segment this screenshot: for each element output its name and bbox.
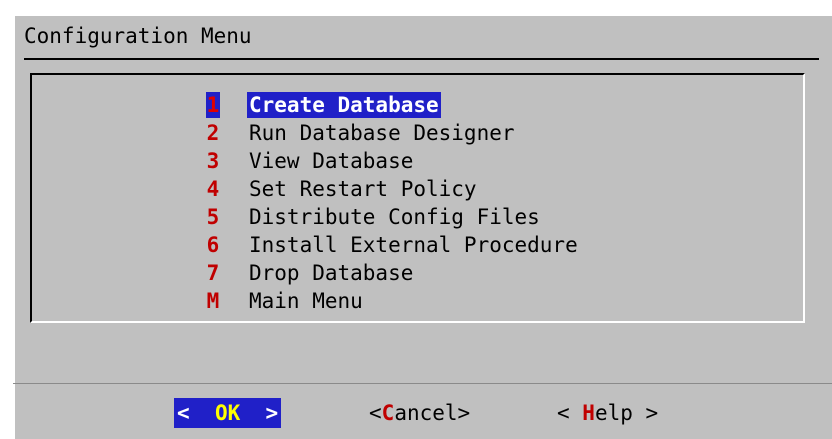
- menu-item-run-database-designer[interactable]: 2 Run Database Designer: [32, 120, 803, 148]
- help-button-right: elp >: [594, 401, 659, 425]
- menu-list: 1 Create Database 2 Run Database Designe…: [32, 75, 803, 321]
- title-divider: [24, 58, 819, 60]
- cancel-button-right: ancel>: [394, 401, 471, 425]
- ok-button-right: >: [240, 401, 279, 425]
- menu-item-label: Distribute Config Files: [249, 205, 540, 229]
- menu-item-drop-database[interactable]: 7 Drop Database: [32, 260, 803, 288]
- dialog-title: Configuration Menu: [24, 24, 252, 48]
- menu-item-label: Create Database: [247, 92, 441, 118]
- help-button-left: <: [557, 401, 583, 425]
- menu-item-label: Install External Procedure: [249, 233, 578, 257]
- cancel-button-hotkey: C: [381, 401, 395, 425]
- menu-item-key: 3: [206, 149, 220, 173]
- ok-button-left: <: [177, 401, 215, 425]
- menu-item-create-database[interactable]: 1 Create Database: [32, 92, 803, 120]
- menu-item-view-database[interactable]: 3 View Database: [32, 148, 803, 176]
- menu-item-install-external-procedure[interactable]: 6 Install External Procedure: [32, 232, 803, 260]
- menu-item-label: Set Restart Policy: [249, 177, 477, 201]
- menu-item-label: View Database: [249, 149, 414, 173]
- cancel-button[interactable]: <Cancel>: [369, 398, 470, 428]
- menu-item-key: M: [206, 289, 220, 313]
- menu-item-label: Drop Database: [249, 261, 414, 285]
- terminal-screen: Configuration Menu 1 Create Database 2 R…: [0, 0, 832, 439]
- menu-item-key: 6: [206, 233, 220, 257]
- menu-item-key: 2: [206, 121, 220, 145]
- menu-box: 1 Create Database 2 Run Database Designe…: [30, 73, 805, 323]
- menu-item-label: Main Menu: [249, 289, 363, 313]
- menu-item-key: 4: [206, 177, 220, 201]
- menu-item-label: Run Database Designer: [249, 121, 515, 145]
- ok-button-hotkey: OK: [214, 401, 241, 425]
- help-button-hotkey: H: [582, 401, 595, 425]
- help-button[interactable]: < Help >: [557, 398, 658, 428]
- ok-button[interactable]: < OK >: [174, 398, 282, 428]
- menu-item-main-menu[interactable]: M Main Menu: [32, 288, 803, 316]
- menu-item-distribute-config-files[interactable]: 5 Distribute Config Files: [32, 204, 803, 232]
- menu-item-key: 7: [206, 261, 220, 285]
- menu-item-set-restart-policy[interactable]: 4 Set Restart Policy: [32, 176, 803, 204]
- button-bar-divider: [13, 383, 832, 384]
- menu-item-key: 5: [206, 205, 220, 229]
- cancel-button-left: <: [369, 401, 382, 425]
- menu-item-key: 1: [206, 92, 220, 118]
